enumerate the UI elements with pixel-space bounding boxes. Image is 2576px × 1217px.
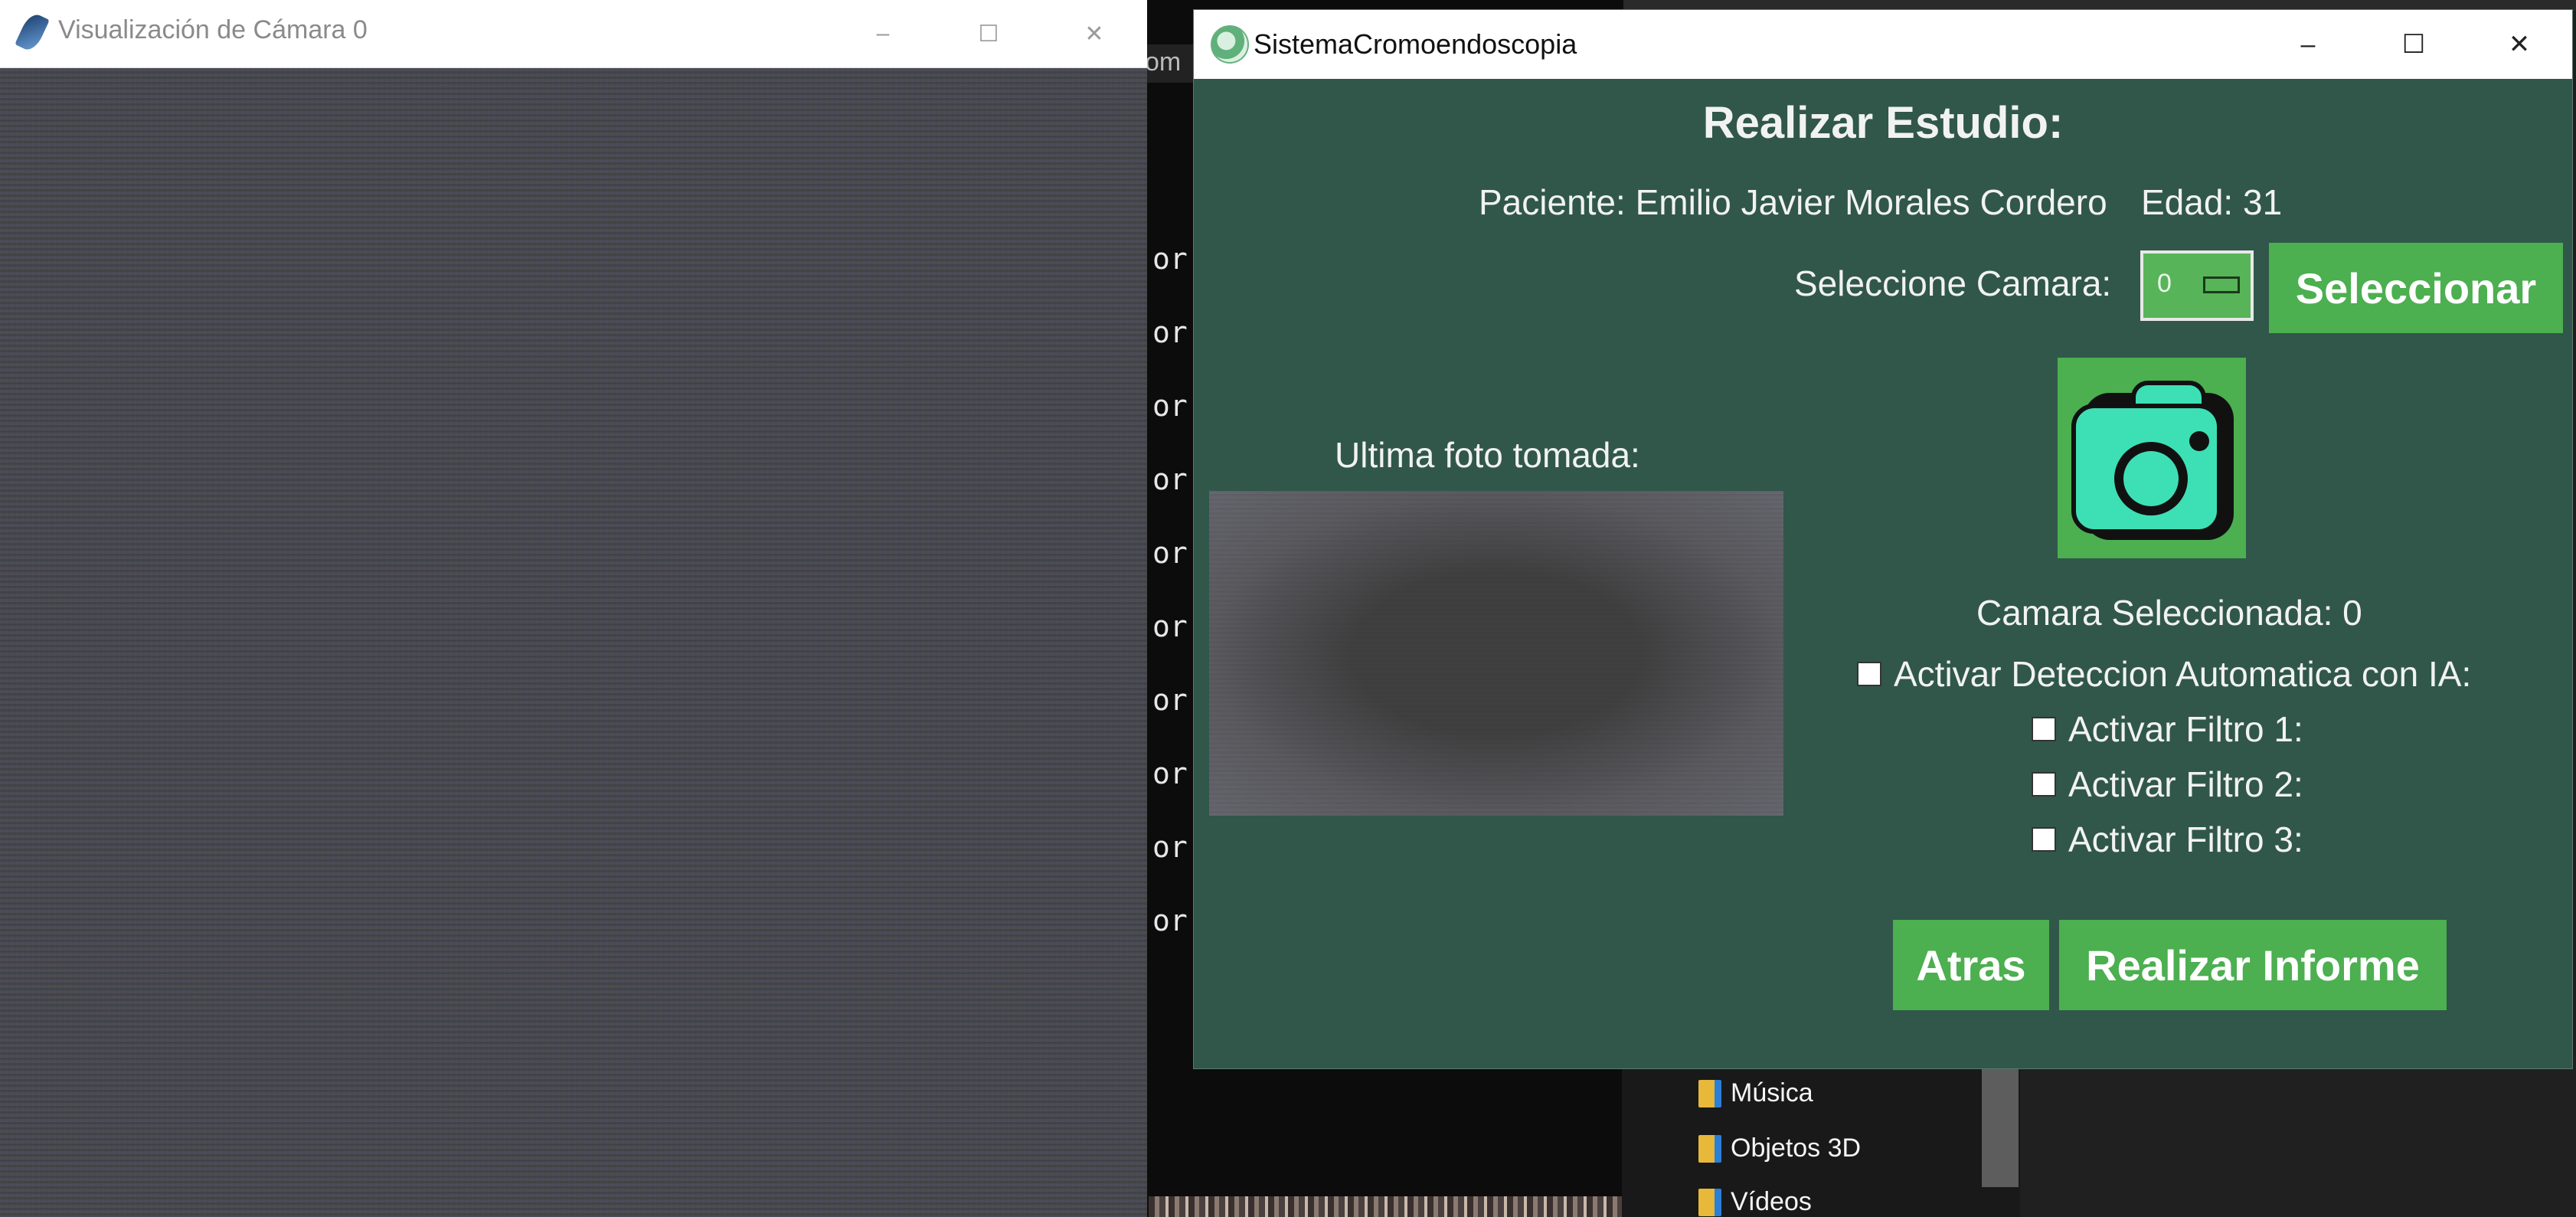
filter-1-label: Activar Filtro 1: bbox=[2068, 709, 2303, 749]
app-titlebar[interactable]: SistemaCromoendoscopia – ☐ ✕ bbox=[1194, 10, 2572, 79]
background-panel bbox=[2020, 1057, 2576, 1217]
explorer-item-label: Vídeos bbox=[1731, 1187, 1812, 1216]
console-line: or bbox=[1152, 242, 1188, 276]
console-line: or bbox=[1152, 904, 1188, 937]
console-tab-label: om bbox=[1145, 47, 1182, 77]
explorer-item-objetos-3d[interactable]: Objetos 3D bbox=[1698, 1134, 1861, 1163]
console-line: or bbox=[1152, 389, 1188, 423]
app-logo-icon bbox=[1211, 25, 1249, 64]
close-button[interactable]: ✕ bbox=[2466, 10, 2572, 79]
console-line: or bbox=[1152, 830, 1188, 864]
patient-name: Paciente: Emilio Javier Morales Cordero bbox=[1479, 182, 2107, 222]
filter-3-option: Activar Filtro 3: bbox=[2032, 819, 2303, 860]
select-camera-button[interactable]: Seleccionar bbox=[2269, 243, 2563, 333]
maximize-button[interactable]: ☐ bbox=[2361, 10, 2466, 79]
page-title: Realizar Estudio: bbox=[1702, 98, 2064, 148]
ia-detection-option: Activar Deteccion Automatica con IA: bbox=[1857, 653, 2471, 695]
ia-detection-label: Activar Deteccion Automatica con IA: bbox=[1894, 654, 2472, 694]
filter-1-checkbox[interactable] bbox=[2032, 717, 2056, 741]
explorer-item-label: Objetos 3D bbox=[1731, 1134, 1862, 1163]
camera-spinbox-value: 0 bbox=[2157, 269, 2172, 298]
filter-1-option: Activar Filtro 1: bbox=[2032, 708, 2303, 750]
ia-detection-checkbox[interactable] bbox=[1857, 662, 1881, 686]
camera-lens-inner bbox=[2123, 451, 2179, 506]
filter-3-label: Activar Filtro 3: bbox=[2068, 820, 2303, 859]
folder-icon bbox=[1698, 1079, 1721, 1107]
filter-2-option: Activar Filtro 2: bbox=[2032, 764, 2303, 805]
console-line: or bbox=[1152, 757, 1188, 790]
camera-view-window: Visualización de Cámara 0 – ☐ ✕ bbox=[0, 0, 1147, 1217]
console-line: or bbox=[1152, 683, 1188, 717]
explorer-item-musica[interactable]: Música bbox=[1698, 1078, 1813, 1108]
camera-window-titlebar[interactable]: Visualización de Cámara 0 – ☐ ✕ bbox=[0, 0, 1147, 68]
camera-select-label: Seleccione Camara: bbox=[1794, 263, 2112, 303]
camera-feed bbox=[0, 68, 1147, 1217]
filter-2-checkbox[interactable] bbox=[2032, 772, 2056, 797]
folder-icon bbox=[1698, 1134, 1721, 1163]
patient-age: Edad: 31 bbox=[2141, 182, 2283, 222]
folder-icon bbox=[1698, 1188, 1721, 1216]
console-line: or bbox=[1152, 610, 1188, 643]
camera-window-title: Visualización de Cámara 0 bbox=[58, 15, 368, 44]
console-line: or bbox=[1152, 316, 1188, 349]
background-explorer: Música Objetos 3D Vídeos bbox=[1622, 1057, 2020, 1217]
create-report-button[interactable]: Realizar Informe bbox=[2059, 920, 2447, 1010]
minimize-button[interactable]: – bbox=[2255, 10, 2361, 79]
last-photo-label: Ultima foto tomada: bbox=[1335, 435, 1640, 475]
explorer-item-videos[interactable]: Vídeos bbox=[1698, 1187, 1812, 1217]
camera-spinbox[interactable]: 0 bbox=[2140, 250, 2254, 321]
camera-selected-status: Camara Seleccionada: 0 bbox=[1976, 593, 2362, 633]
close-button[interactable]: ✕ bbox=[1041, 0, 1147, 67]
spinbox-arrow-icon[interactable] bbox=[2203, 276, 2240, 293]
console-line: or bbox=[1152, 536, 1188, 570]
filter-3-checkbox[interactable] bbox=[2032, 827, 2056, 852]
feather-icon bbox=[15, 11, 50, 54]
camera-flash-icon bbox=[2189, 431, 2209, 451]
background-photo bbox=[1149, 1196, 1622, 1217]
explorer-item-label: Música bbox=[1731, 1078, 1813, 1107]
last-photo-image bbox=[1209, 491, 1783, 816]
app-window: SistemaCromoendoscopia – ☐ ✕ Realizar Es… bbox=[1193, 9, 2573, 1069]
take-photo-button[interactable] bbox=[2058, 358, 2246, 558]
back-button[interactable]: Atras bbox=[1893, 920, 2049, 1010]
app-title: SistemaCromoendoscopia bbox=[1254, 28, 1577, 60]
maximize-button[interactable]: ☐ bbox=[936, 0, 1041, 67]
console-line: or bbox=[1152, 463, 1188, 496]
explorer-scrollbar[interactable] bbox=[1982, 1057, 2019, 1187]
minimize-button[interactable]: – bbox=[830, 0, 936, 67]
filter-2-label: Activar Filtro 2: bbox=[2068, 764, 2303, 804]
